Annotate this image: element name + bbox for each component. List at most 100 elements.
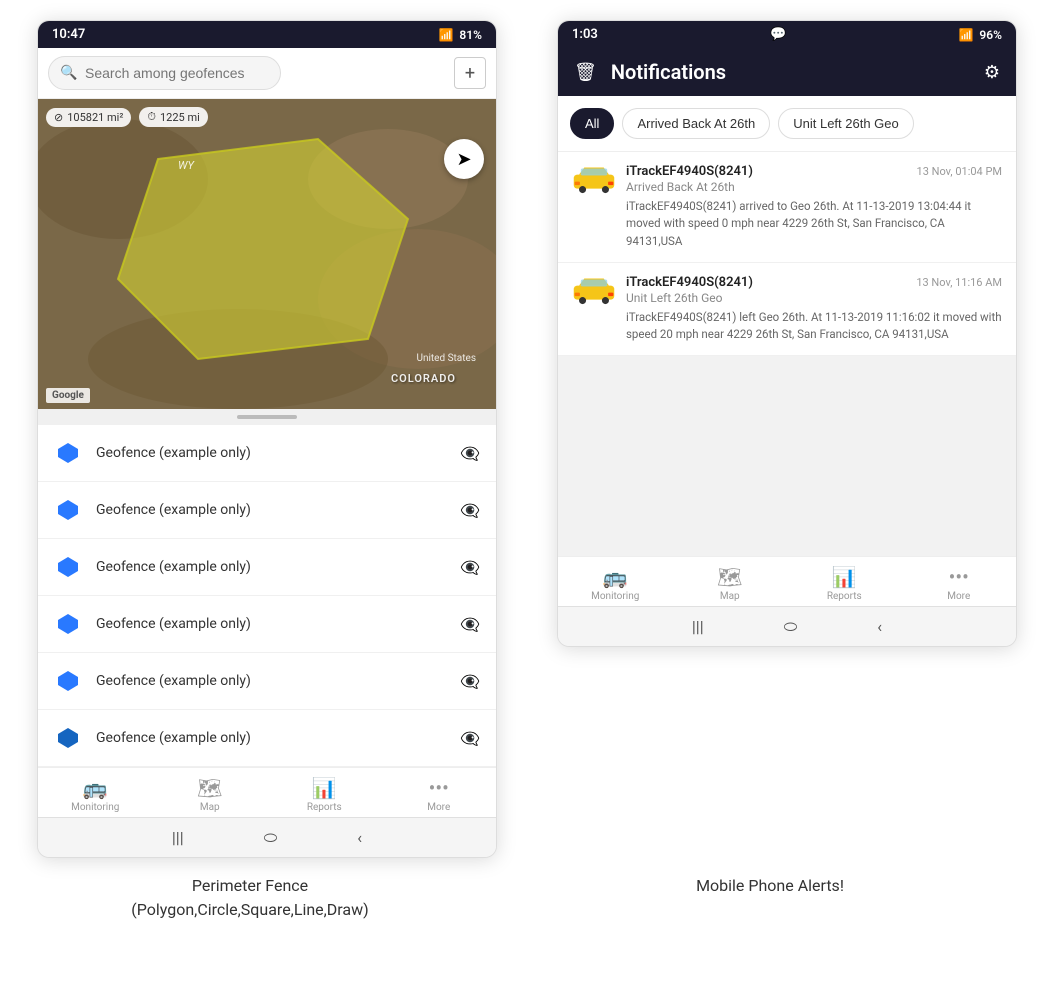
back-btn-right[interactable]: ‹ [877, 617, 882, 636]
nav-more[interactable]: ••• More [382, 776, 497, 813]
filter-tab-left[interactable]: Unit Left 26th Geo [778, 108, 914, 139]
car-icon-0 [572, 164, 616, 194]
nav-monitoring[interactable]: 🚌 Monitoring [38, 776, 153, 813]
monitoring-icon: 🚌 [83, 776, 108, 800]
notif-device-0: iTrackEF4940S(8241) [626, 164, 753, 179]
geofence-name-0: Geofence (example only) [96, 445, 446, 461]
bottom-nav-left: 🚌 Monitoring 🗺 Map 📊 Reports ••• More [38, 767, 496, 817]
left-caption-text: Perimeter Fence(Polygon,Circle,Square,Li… [131, 876, 368, 919]
geofence-icon-2 [54, 553, 82, 581]
geofence-icon-1 [54, 496, 82, 524]
trash-button[interactable]: 🗑 [574, 62, 597, 83]
geofence-name-1: Geofence (example only) [96, 502, 446, 518]
nav-map[interactable]: 🗺 Map [153, 776, 268, 813]
geofence-list: Geofence (example only) 👁‍🗨 Geofence (ex… [38, 425, 496, 767]
monitoring-label-right: Monitoring [591, 591, 639, 602]
area-value: 105821 mi² [67, 111, 123, 124]
recent-apps-btn-right[interactable]: ||| [692, 617, 704, 636]
notif-body-1: iTrackEF4940S(8241) left Geo 26th. At 11… [626, 309, 1002, 344]
notif-event-1: Unit Left 26th Geo [626, 291, 1002, 305]
search-bar: 🔍 + [38, 48, 496, 99]
android-nav-right: ||| ⬭ ‹ [558, 606, 1016, 646]
eye-off-icon-2[interactable]: 👁‍🗨 [460, 558, 480, 577]
right-status-bar: 1:03 💬 📶 96% [558, 21, 1016, 48]
right-time: 1:03 [572, 27, 598, 42]
right-phone: 1:03 💬 📶 96% 🗑 Notifications ⚙ All Arriv… [557, 20, 1017, 647]
car-icon-1 [572, 275, 616, 305]
home-btn[interactable]: ⬭ [264, 828, 278, 848]
home-btn-right[interactable]: ⬭ [784, 617, 798, 637]
nav-more-right[interactable]: ••• More [902, 565, 1017, 602]
timer-icon: ⏱ [147, 110, 156, 124]
geofence-icon-3 [54, 610, 82, 638]
nav-monitoring-right[interactable]: 🚌 Monitoring [558, 565, 673, 602]
colorado-label: COLORADO [391, 372, 456, 385]
back-btn[interactable]: ‹ [357, 828, 362, 847]
notification-item-1[interactable]: iTrackEF4940S(8241) 13 Nov, 11:16 AM Uni… [558, 263, 1016, 357]
map-icon: 🗺 [197, 776, 222, 800]
eye-off-icon-3[interactable]: 👁‍🗨 [460, 615, 480, 634]
more-label-right: More [947, 591, 970, 602]
right-caption: Mobile Phone Alerts! [540, 874, 1000, 922]
geofence-name-4: Geofence (example only) [96, 673, 446, 689]
geofence-icon-5 [54, 724, 82, 752]
google-logo: Google [46, 388, 90, 403]
wy-label: WY [178, 159, 194, 172]
map-area[interactable]: ⊘ 105821 mi² ⏱ 1225 mi ➤ WY COLORADO Uni… [38, 99, 496, 409]
notif-timestamp-0: 13 Nov, 01:04 PM [917, 165, 1002, 178]
filter-tab-arrived[interactable]: Arrived Back At 26th [622, 108, 770, 139]
geofence-name-5: Geofence (example only) [96, 730, 446, 746]
geofence-item[interactable]: Geofence (example only) 👁‍🗨 [38, 425, 496, 482]
eye-off-icon-4[interactable]: 👁‍🗨 [460, 672, 480, 691]
geofence-item[interactable]: Geofence (example only) 👁‍🗨 [38, 596, 496, 653]
left-caption: Perimeter Fence(Polygon,Circle,Square,Li… [20, 874, 480, 922]
geofence-item[interactable]: Geofence (example only) 👁‍🗨 [38, 539, 496, 596]
notifications-header: 🗑 Notifications ⚙ [558, 48, 1016, 96]
notification-item-0[interactable]: iTrackEF4940S(8241) 13 Nov, 01:04 PM Arr… [558, 152, 1016, 263]
distance-stat: ⏱ 1225 mi [139, 107, 207, 127]
geofence-item[interactable]: Geofence (example only) 👁‍🗨 [38, 710, 496, 767]
notifications-title: Notifications [611, 60, 970, 84]
notif-timestamp-1: 13 Nov, 11:16 AM [916, 276, 1002, 289]
eye-off-icon-5[interactable]: 👁‍🗨 [460, 729, 480, 748]
nav-map-right[interactable]: 🗺 Map [673, 565, 788, 602]
geofence-item[interactable]: Geofence (example only) 👁‍🗨 [38, 482, 496, 539]
notif-meta-0: iTrackEF4940S(8241) 13 Nov, 01:04 PM Arr… [626, 164, 1002, 194]
search-icon: 🔍 [60, 65, 77, 81]
filter-tabs: All Arrived Back At 26th Unit Left 26th … [558, 96, 1016, 152]
eye-off-icon-0[interactable]: 👁‍🗨 [460, 444, 480, 463]
map-label: Map [200, 802, 220, 813]
map-icon-right: 🗺 [717, 565, 742, 589]
reports-icon-right: 📊 [832, 565, 857, 589]
left-status-bar: 10:47 📶 81% [38, 21, 496, 48]
left-phone: 10:47 📶 81% 🔍 + [37, 20, 497, 858]
nav-reports[interactable]: 📊 Reports [267, 776, 382, 813]
scroll-bar [237, 415, 297, 419]
settings-button[interactable]: ⚙ [984, 62, 1000, 83]
filter-tab-all[interactable]: All [570, 108, 614, 139]
map-stats: ⊘ 105821 mi² ⏱ 1225 mi [46, 107, 208, 127]
signal-icon: 📶 [958, 28, 973, 42]
distance-value: 1225 mi [160, 111, 200, 124]
eye-off-icon-1[interactable]: 👁‍🗨 [460, 501, 480, 520]
notif-header-1: iTrackEF4940S(8241) 13 Nov, 11:16 AM Uni… [572, 275, 1002, 305]
compass-button[interactable]: ➤ [444, 139, 484, 179]
add-geofence-button[interactable]: + [454, 57, 486, 89]
search-input[interactable] [48, 56, 281, 90]
notif-event-0: Arrived Back At 26th [626, 180, 1002, 194]
android-nav-left: ||| ⬭ ‹ [38, 817, 496, 857]
notif-body-0: iTrackEF4940S(8241) arrived to Geo 26th.… [626, 198, 1002, 250]
recent-apps-btn[interactable]: ||| [172, 828, 184, 847]
search-input-wrap[interactable]: 🔍 [48, 56, 446, 90]
empty-area [558, 356, 1016, 556]
battery-right: 96% [979, 28, 1002, 42]
area-stat: ⊘ 105821 mi² [46, 108, 131, 127]
battery-left: 81% [459, 28, 482, 42]
reports-label: Reports [307, 802, 342, 813]
nav-reports-right[interactable]: 📊 Reports [787, 565, 902, 602]
area-icon: ⊘ [54, 111, 63, 124]
geofence-item[interactable]: Geofence (example only) 👁‍🗨 [38, 653, 496, 710]
more-icon: ••• [429, 776, 449, 800]
scroll-indicator [38, 409, 496, 425]
more-label: More [427, 802, 450, 813]
